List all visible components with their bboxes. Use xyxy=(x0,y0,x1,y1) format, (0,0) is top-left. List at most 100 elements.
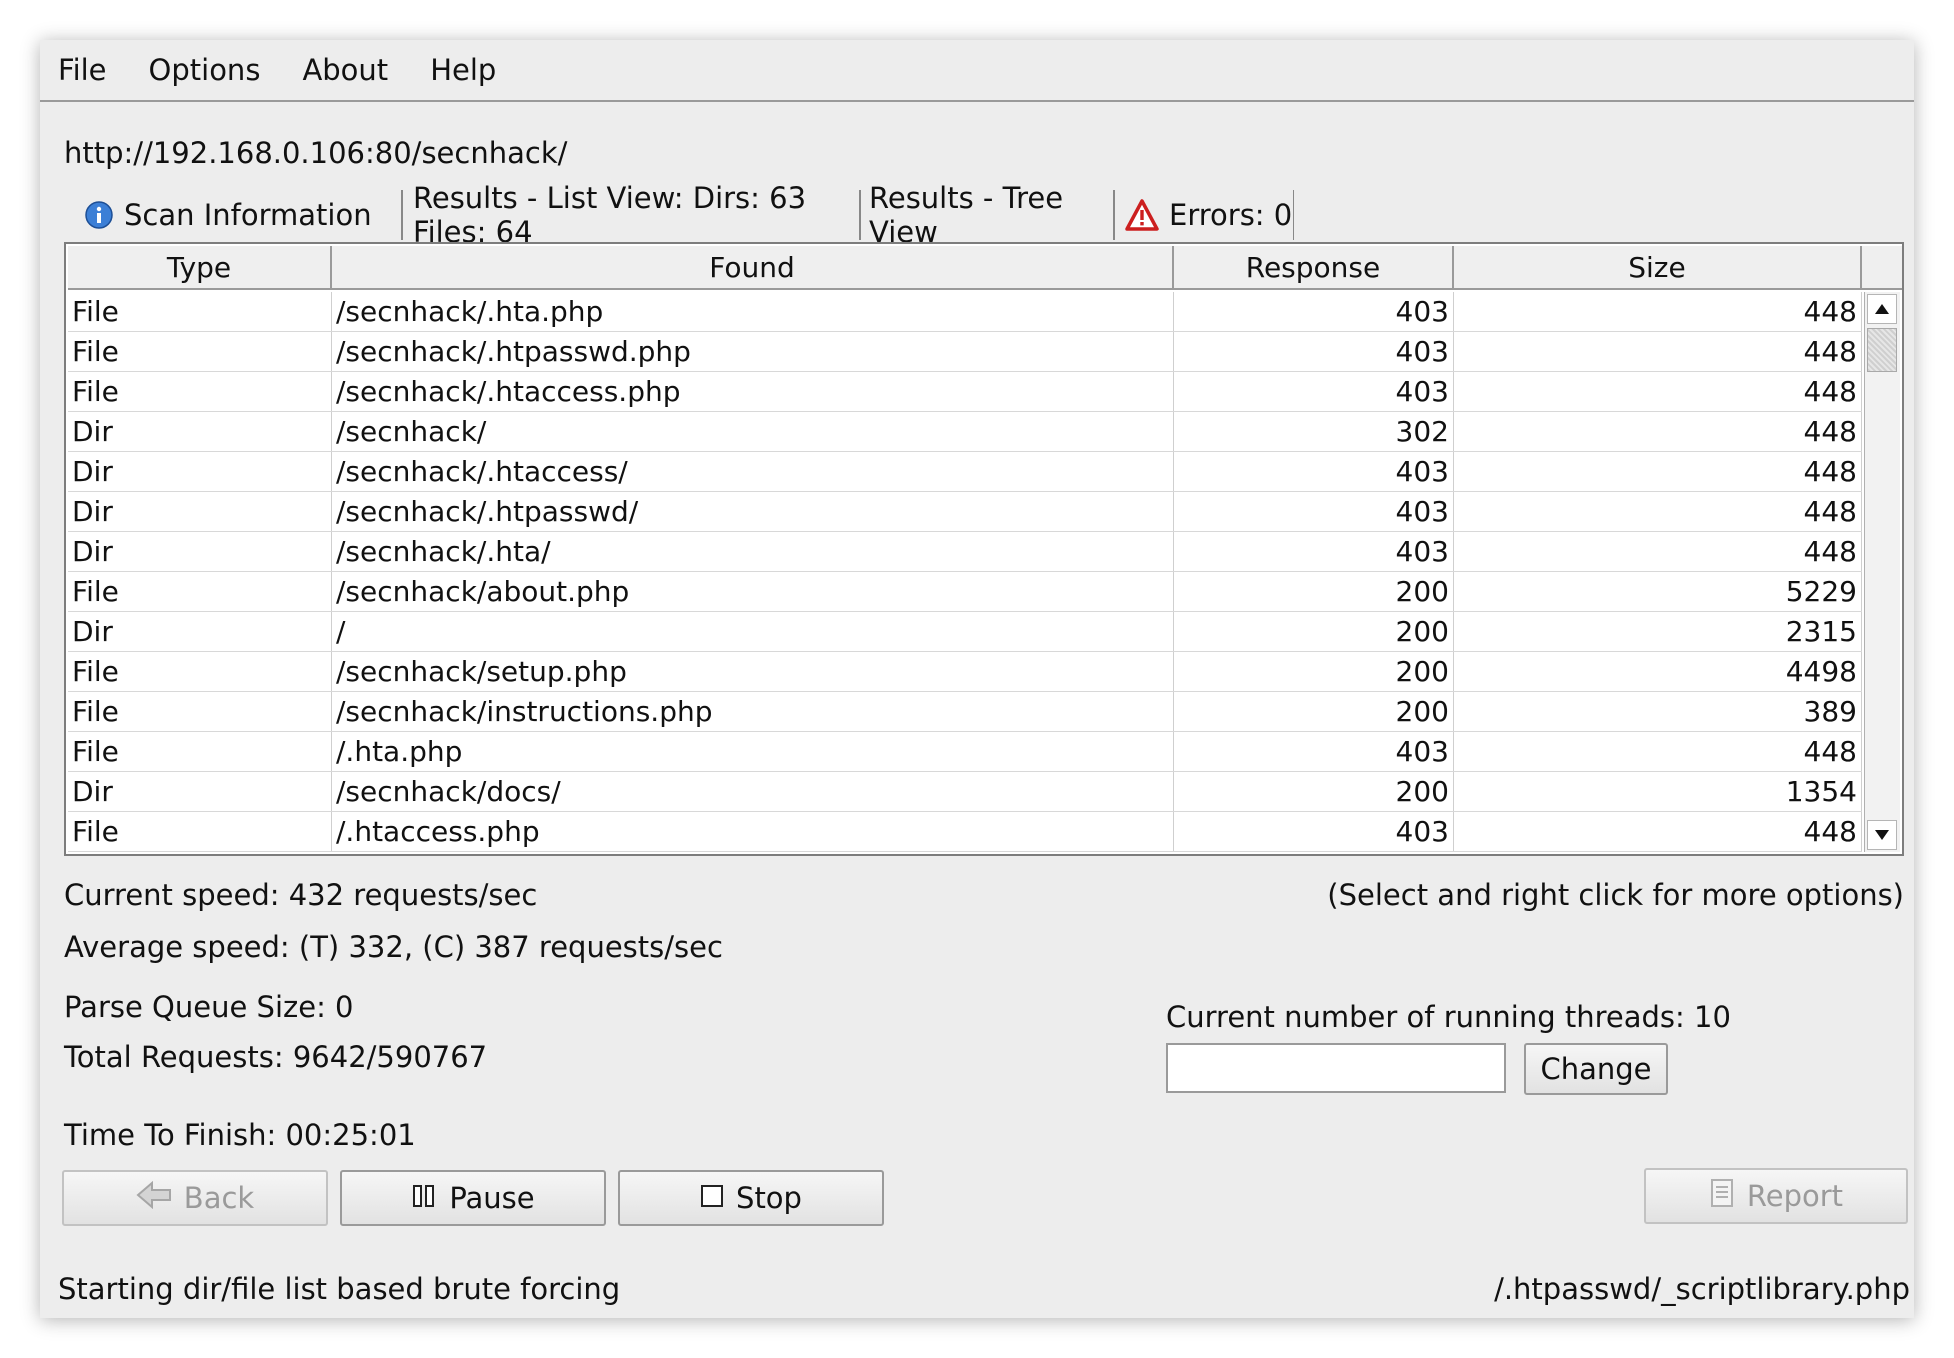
cell-type: File xyxy=(68,692,332,731)
column-header-found[interactable]: Found xyxy=(332,246,1174,290)
current-speed: Current speed: 432 requests/sec xyxy=(64,878,538,912)
table-row[interactable]: Dir/secnhack/.hta/403 448 xyxy=(68,532,1862,572)
table-row[interactable]: Dir/secnhack/302 448 xyxy=(68,412,1862,452)
cell-type: Dir xyxy=(68,532,332,571)
column-header-size[interactable]: Size xyxy=(1454,246,1862,290)
cell-response: 403 xyxy=(1174,372,1454,411)
cell-found: /secnhack/.hta.php xyxy=(332,292,1174,331)
menu-file[interactable]: File xyxy=(58,53,107,87)
cell-response: 403 xyxy=(1174,292,1454,331)
table-row[interactable]: File/secnhack/about.php 200 5229 xyxy=(68,572,1862,612)
tab-scan-information-label: Scan Information xyxy=(124,198,372,232)
cell-size: 448 xyxy=(1454,292,1862,331)
pause-icon xyxy=(411,1181,437,1215)
menu-help[interactable]: Help xyxy=(430,53,496,87)
change-button[interactable]: Change xyxy=(1524,1043,1668,1095)
pause-button[interactable]: Pause xyxy=(340,1170,606,1226)
table-row[interactable]: Dir/secnhack/docs/200 1354 xyxy=(68,772,1862,812)
cell-found: /.htaccess.php xyxy=(332,812,1174,851)
vertical-scrollbar[interactable] xyxy=(1864,292,1900,852)
cell-response: 200 xyxy=(1174,572,1454,611)
cell-size: 4498 xyxy=(1454,652,1862,691)
cell-size: 1354 xyxy=(1454,772,1862,811)
pause-button-label: Pause xyxy=(449,1181,535,1215)
cell-response: 200 xyxy=(1174,612,1454,651)
menu-about[interactable]: About xyxy=(302,53,388,87)
table-row[interactable]: File/secnhack/instructions.php 200 389 xyxy=(68,692,1862,732)
tab-bar: Scan Information Results - List View: Di… xyxy=(70,181,1570,249)
cell-found: /secnhack/.hta/ xyxy=(332,532,1174,571)
target-url: http://192.168.0.106:80/secnhack/ xyxy=(64,136,568,170)
table-row[interactable]: File/secnhack/setup.php 200 4498 xyxy=(68,652,1862,692)
cell-found: /secnhack/about.php xyxy=(332,572,1174,611)
stop-button[interactable]: Stop xyxy=(618,1170,884,1226)
parse-queue-size: Parse Queue Size: 0 xyxy=(64,990,354,1024)
tab-errors[interactable]: Errors: 0 xyxy=(1114,190,1294,240)
cell-size: 448 xyxy=(1454,732,1862,771)
tab-results-tree-view[interactable]: Results - Tree View xyxy=(860,181,1114,249)
cell-found: /secnhack/setup.php xyxy=(332,652,1174,691)
cell-type: Dir xyxy=(68,412,332,451)
cell-response: 403 xyxy=(1174,452,1454,491)
cell-response: 200 xyxy=(1174,772,1454,811)
status-message: Starting dir/file list based brute forci… xyxy=(58,1272,621,1306)
tab-results-list-view[interactable]: Results - List View: Dirs: 63 Files: 64 xyxy=(402,181,860,249)
table-row[interactable]: Dir/secnhack/.htaccess/403 448 xyxy=(68,452,1862,492)
tab-errors-label: Errors: 0 xyxy=(1169,198,1293,232)
cell-size: 448 xyxy=(1454,492,1862,531)
menu-bar: File Options About Help xyxy=(40,40,1914,102)
cell-type: Dir xyxy=(68,452,332,491)
column-header-type[interactable]: Type xyxy=(68,246,332,290)
cell-response: 403 xyxy=(1174,332,1454,371)
cell-type: File xyxy=(68,572,332,611)
cell-response: 302 xyxy=(1174,412,1454,451)
cell-size: 448 xyxy=(1454,532,1862,571)
scroll-thumb[interactable] xyxy=(1867,328,1897,372)
scroll-up-button[interactable] xyxy=(1867,294,1897,324)
results-table: Type Found Response Size File/secnhack/.… xyxy=(64,242,1904,856)
report-button[interactable]: Report xyxy=(1644,1168,1908,1224)
table-row[interactable]: File/secnhack/.htaccess.php 403 448 xyxy=(68,372,1862,412)
cell-size: 448 xyxy=(1454,812,1862,851)
stop-icon xyxy=(700,1181,724,1215)
cell-found: /secnhack/.htpasswd.php xyxy=(332,332,1174,371)
cell-type: File xyxy=(68,332,332,371)
warning-icon xyxy=(1125,199,1159,231)
scroll-down-button[interactable] xyxy=(1867,820,1897,850)
menu-options[interactable]: Options xyxy=(149,53,261,87)
running-threads-label: Current number of running threads: 10 xyxy=(1166,1000,1731,1034)
threads-input[interactable] xyxy=(1166,1043,1506,1093)
context-hint: (Select and right click for more options… xyxy=(1327,878,1904,912)
table-row[interactable]: Dir/200 2315 xyxy=(68,612,1862,652)
back-arrow-icon xyxy=(136,1180,172,1216)
change-button-label: Change xyxy=(1540,1052,1652,1086)
cell-size: 448 xyxy=(1454,452,1862,491)
cell-found: /secnhack/instructions.php xyxy=(332,692,1174,731)
table-row[interactable]: File/.htaccess.php 403 448 xyxy=(68,812,1862,852)
cell-type: File xyxy=(68,372,332,411)
cell-response: 403 xyxy=(1174,532,1454,571)
cell-size: 5229 xyxy=(1454,572,1862,611)
column-header-response[interactable]: Response xyxy=(1174,246,1454,290)
back-button[interactable]: Back xyxy=(62,1170,328,1226)
total-requests: Total Requests: 9642/590767 xyxy=(64,1040,488,1074)
cell-found: /.hta.php xyxy=(332,732,1174,771)
table-row[interactable]: File/secnhack/.hta.php 403 448 xyxy=(68,292,1862,332)
table-row[interactable]: File/secnhack/.htpasswd.php 403 448 xyxy=(68,332,1862,372)
dirbuster-window: File Options About Help http://192.168.0… xyxy=(40,40,1914,1318)
info-icon xyxy=(84,200,114,230)
cell-size: 2315 xyxy=(1454,612,1862,651)
tab-results-tree-view-label: Results - Tree View xyxy=(869,181,1064,249)
tab-scan-information[interactable]: Scan Information xyxy=(70,190,402,240)
scroll-down-icon xyxy=(1875,830,1889,840)
table-header: Type Found Response Size xyxy=(68,246,1862,290)
cell-type: Dir xyxy=(68,492,332,531)
cell-size: 448 xyxy=(1454,332,1862,371)
cell-size: 448 xyxy=(1454,372,1862,411)
table-row[interactable]: Dir/secnhack/.htpasswd/403 448 xyxy=(68,492,1862,532)
cell-size: 389 xyxy=(1454,692,1862,731)
tab-results-list-view-label: Results - List View: Dirs: 63 Files: 64 xyxy=(413,181,807,249)
cell-found: /secnhack/ xyxy=(332,412,1174,451)
table-row[interactable]: File/.hta.php 403 448 xyxy=(68,732,1862,772)
cell-found: /secnhack/.htaccess/ xyxy=(332,452,1174,491)
